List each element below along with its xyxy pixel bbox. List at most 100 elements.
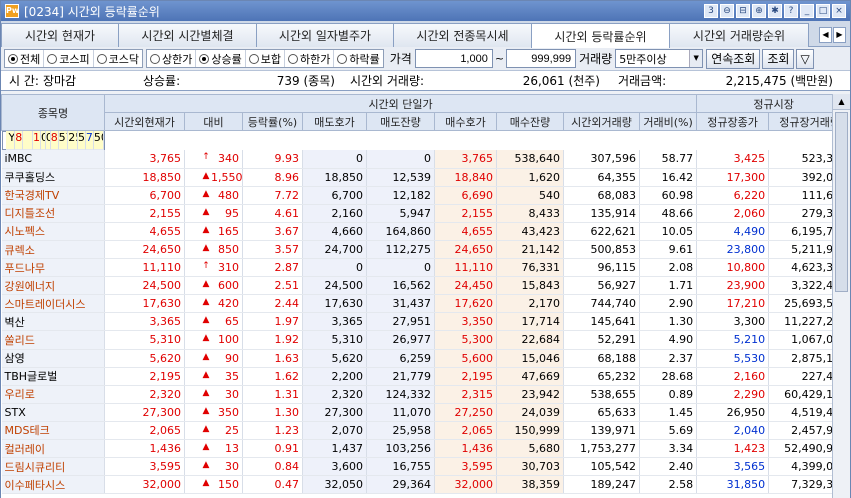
- scroll-up-icon[interactable]: ▲: [833, 94, 850, 110]
- window-control-0[interactable]: 3: [704, 4, 718, 18]
- column-header-6[interactable]: 매수잔량: [496, 112, 564, 131]
- tab-bar: 시간외 현재가 시간외 시간별체결 시간외 일자별주가 시간외 전종목시세 시간외 등락…: [1, 21, 850, 48]
- table-row[interactable]: STX 27,300 ▲ 350 1.30 27,300 11,070 27,250 24,03…: [1, 403, 850, 422]
- cell-ask: 3,600: [302, 457, 367, 477]
- cell-price: 2,065: [104, 421, 185, 441]
- filter-icon[interactable]: ▽: [796, 48, 814, 69]
- continuous-query-button[interactable]: 연속조회: [706, 48, 761, 69]
- cell-name: 쏠리드: [1, 330, 105, 350]
- amount-value: 2,215,475 (백만원): [725, 74, 833, 88]
- change-value: 350: [218, 405, 239, 419]
- cell-name: iMBC: [1, 150, 105, 169]
- direction-radio-0[interactable]: 상한가: [147, 50, 197, 67]
- volume-select[interactable]: 5만주이상 ▼: [615, 49, 704, 68]
- table-row[interactable]: 푸드나무 11,110 ↑ 310 2.87 0 0 11,110 76,331 96,115 2.…: [1, 258, 850, 278]
- market-radio-2[interactable]: 코스닥: [94, 50, 142, 67]
- price-to-input[interactable]: [506, 49, 577, 68]
- tab-2[interactable]: 시간외 일자별주가: [256, 23, 394, 47]
- search-button[interactable]: 조회: [762, 48, 795, 69]
- table-row[interactable]: 컬러레이 1,436 ▲ 13 0.91 1,437 103,256 1,436 5,680 1,…: [1, 439, 850, 459]
- table-row[interactable]: 디지틀조선 2,155 ▲ 95 4.61 2,160 5,947 2,155 8,433 135…: [1, 204, 850, 223]
- cell-name: 시노펙스: [1, 222, 105, 241]
- column-header-7[interactable]: 시간외거래량: [563, 112, 640, 131]
- table-row[interactable]: 큐렉소 24,650 ▲ 850 3.57 24,700 112,275 24,650 21,1…: [1, 240, 850, 260]
- price-from-input[interactable]: [414, 49, 493, 68]
- direction-radio-1[interactable]: 상승률: [196, 50, 246, 67]
- window-control-1[interactable]: ⊖: [720, 4, 734, 18]
- tab-0[interactable]: 시간외 현재가: [1, 23, 119, 47]
- tab-next-icon[interactable]: ▶: [833, 27, 846, 43]
- window-control-5[interactable]: ?: [784, 4, 798, 18]
- cell-name: 컬러레이: [1, 439, 105, 459]
- column-header-1[interactable]: 대비: [184, 112, 243, 131]
- table-row[interactable]: 벽산 3,365 ▲ 65 1.97 3,365 27,951 3,350 17,714 145,…: [1, 312, 850, 332]
- window-control-4[interactable]: ✱: [768, 4, 782, 18]
- up-arrow-icon: ▲: [202, 333, 210, 344]
- table-row[interactable]: 쿠쿠홀딩스 18,850 ▲ 1,550 8.96 18,850 12,539 18,840 1…: [1, 168, 850, 187]
- column-header-2[interactable]: 등락률(%): [242, 112, 303, 131]
- header-group-afterhours: 시간외 단일가: [103, 94, 698, 113]
- radio-dot-icon: [8, 53, 18, 64]
- window-control-2[interactable]: ⊟: [736, 4, 750, 18]
- cell-regular-close: 6,220: [696, 186, 770, 205]
- window-control-7[interactable]: □: [816, 4, 830, 18]
- volume-summary-label: 시간외 거래량:: [349, 74, 425, 88]
- cell-volume-ratio: 5.69: [639, 421, 698, 441]
- scroll-thumb[interactable]: [835, 112, 848, 292]
- header-name[interactable]: 종목명: [1, 94, 105, 131]
- change-value: 850: [218, 243, 239, 257]
- window-control-3[interactable]: ⊕: [752, 4, 766, 18]
- cell-price: 4,655: [104, 222, 185, 241]
- time-label: 시 간:: [9, 74, 39, 88]
- table-row[interactable]: 삼영 5,620 ▲ 90 1.63 5,620 6,259 5,600 15,046 68,18…: [1, 349, 850, 368]
- cell-name: 벽산: [1, 312, 105, 332]
- cell-ask: 1,437: [302, 439, 367, 459]
- tab-5[interactable]: 시간외 거래량순위: [669, 23, 809, 47]
- change-value: 165: [218, 224, 239, 238]
- vertical-scrollbar[interactable]: ▲: [832, 94, 850, 498]
- tab-prev-icon[interactable]: ◀: [819, 27, 832, 43]
- column-header-5[interactable]: 매수호가: [434, 112, 497, 131]
- window-control-8[interactable]: ×: [832, 4, 846, 18]
- cell-change: ▲ 90: [184, 349, 243, 368]
- table-row[interactable]: 강원에너지 24,500 ▲ 600 2.51 24,500 16,562 24,450 15,…: [1, 276, 850, 296]
- cell-bid: 3,765: [434, 150, 497, 169]
- table-row[interactable]: YTN8,250↑75010.00008,250573,688257,73050…: [1, 131, 105, 150]
- cell-volume: 68,188: [563, 349, 640, 368]
- cell-ask-qty: 16,755: [366, 457, 435, 477]
- direction-radio-label: 하한가: [300, 52, 331, 66]
- direction-radio-2[interactable]: 보합: [246, 50, 285, 67]
- market-radio-1[interactable]: 코스피: [44, 50, 94, 67]
- cell-ask: 32,050: [302, 475, 367, 495]
- up-arrow-icon: ▲: [202, 206, 210, 217]
- table-row[interactable]: 쏠리드 5,310 ▲ 100 1.92 5,310 26,977 5,300 22,684 52…: [1, 330, 850, 350]
- cell-price: 32,000: [104, 475, 185, 495]
- up-arrow-icon: ▲: [202, 442, 210, 453]
- market-radio-0[interactable]: 전체: [5, 50, 45, 67]
- cell-regular-close: 2,060: [696, 204, 770, 223]
- cell-volume-ratio: 2.37: [639, 349, 698, 368]
- direction-radio-4[interactable]: 하락률: [334, 50, 382, 67]
- cell-regular-close: 5,210: [696, 330, 770, 350]
- tab-4[interactable]: 시간외 등락률순위: [531, 23, 670, 48]
- table-row[interactable]: iMBC 3,765 ↑ 340 9.93 0 0 3,765 538,640 307,596 58…: [1, 150, 850, 169]
- table-row[interactable]: 우리로 2,320 ▲ 30 1.31 2,320 124,332 2,315 23,942 53…: [1, 385, 850, 404]
- table-row[interactable]: 시노펙스 4,655 ▲ 165 3.67 4,660 164,860 4,655 43,423…: [1, 222, 850, 241]
- table-row[interactable]: MDS테크 2,065 ▲ 25 1.23 2,070 25,958 2,065 150,999…: [1, 421, 850, 441]
- table-row[interactable]: 이수페타시스 32,000 ▲ 150 0.47 32,050 29,364 32,000 38…: [1, 475, 850, 495]
- column-header-0[interactable]: 시간외현재가: [104, 112, 185, 131]
- table-row[interactable]: 스마트레이더시스 17,630 ▲ 420 2.44 17,630 31,437 17,620…: [1, 294, 850, 314]
- column-header-8[interactable]: 거래비(%): [638, 112, 698, 131]
- table-row[interactable]: TBH글로벌 2,195 ▲ 35 1.62 2,200 21,779 2,195 47,669…: [1, 367, 850, 386]
- table-row[interactable]: 한국경제TV 6,700 ▲ 480 7.72 6,700 12,182 6,690 540 68…: [1, 186, 850, 205]
- column-header-9[interactable]: 정규장종가: [696, 112, 770, 131]
- table-row[interactable]: 드림시큐리티 3,595 ▲ 30 0.84 3,600 16,755 3,595 30,703…: [1, 457, 850, 477]
- tab-3[interactable]: 시간외 전종목시세: [393, 23, 532, 47]
- column-header-3[interactable]: 매도호가: [302, 112, 367, 131]
- cell-price: 5,310: [104, 330, 185, 350]
- column-header-4[interactable]: 매도잔량: [366, 112, 435, 131]
- tab-1[interactable]: 시간외 시간별체결: [118, 23, 257, 47]
- direction-radio-3[interactable]: 하한가: [285, 50, 335, 67]
- cell-ask-qty: 11,070: [366, 403, 435, 422]
- window-control-6[interactable]: _: [800, 4, 814, 18]
